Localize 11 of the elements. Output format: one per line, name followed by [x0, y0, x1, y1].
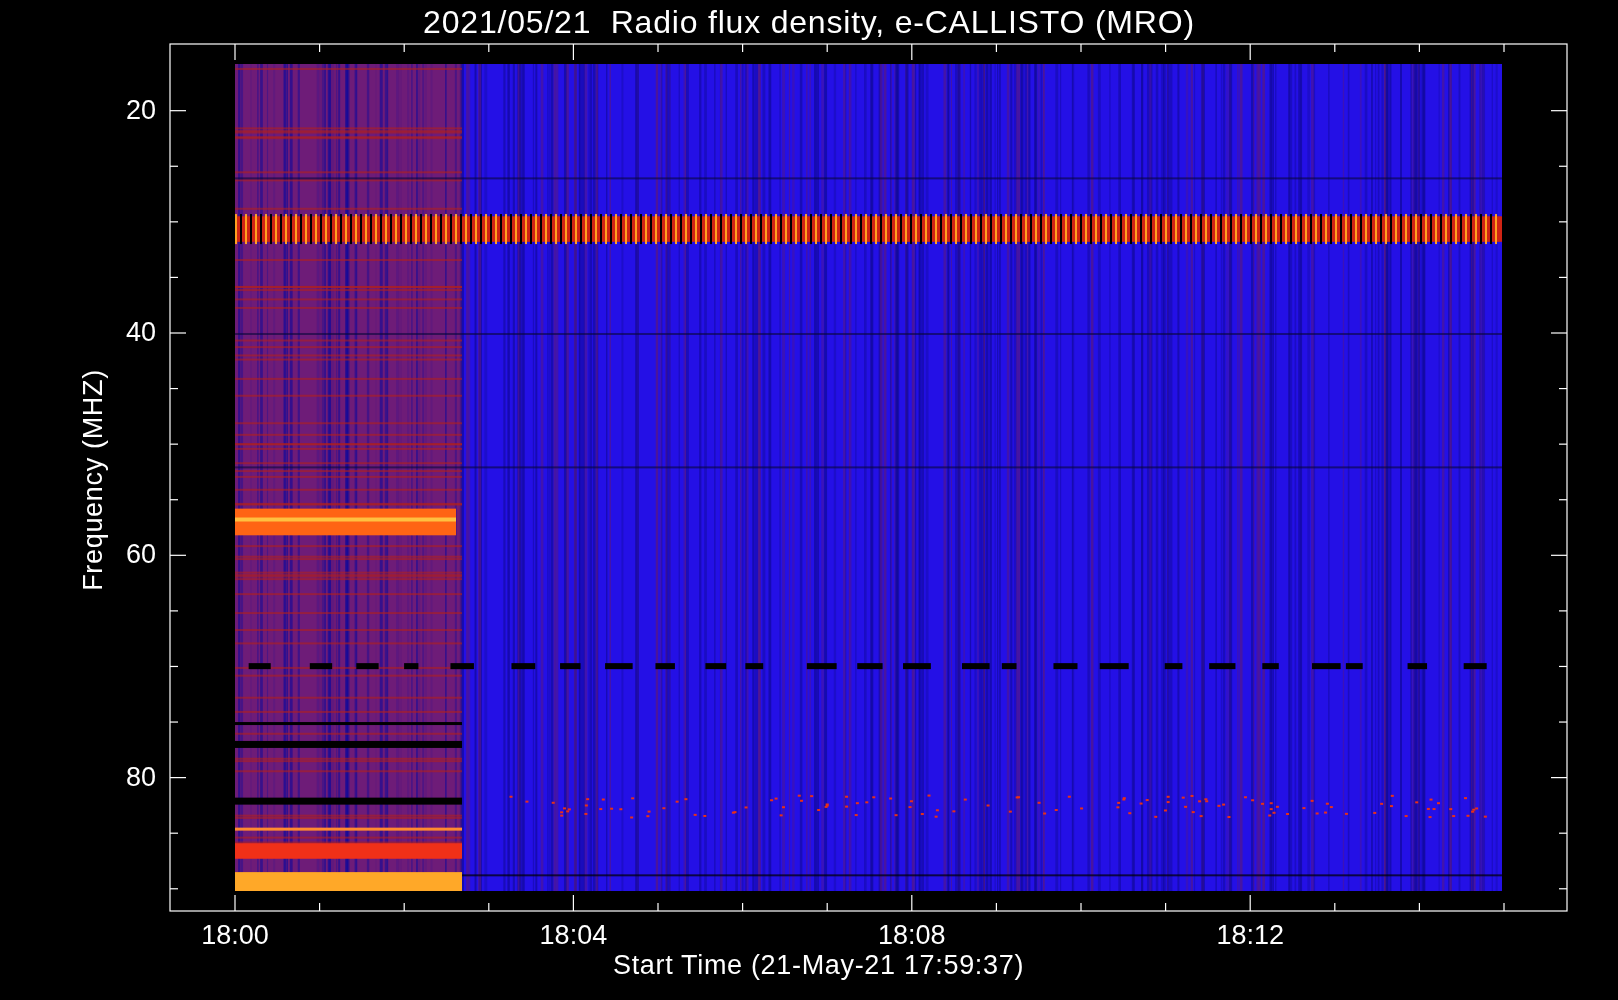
- x-tick-label: 18:00: [200, 922, 270, 949]
- y-axis-label: Frequency (MHZ): [79, 369, 107, 591]
- y-tick-label: 80: [124, 763, 156, 791]
- chart-title: 2021/05/21 Radio flux density, e-CALLISTO (MRO): [423, 6, 1195, 38]
- x-tick-label: 18:08: [877, 922, 947, 949]
- y-tick-label: 20: [124, 96, 156, 124]
- y-tick-label: 40: [124, 319, 156, 346]
- x-axis-label: Start Time (21-May-21 17:59:37): [613, 952, 1025, 979]
- x-tick-label: 18:04: [538, 922, 609, 949]
- x-tick-label: 18:12: [1215, 922, 1285, 949]
- y-tick-label: 60: [124, 541, 156, 569]
